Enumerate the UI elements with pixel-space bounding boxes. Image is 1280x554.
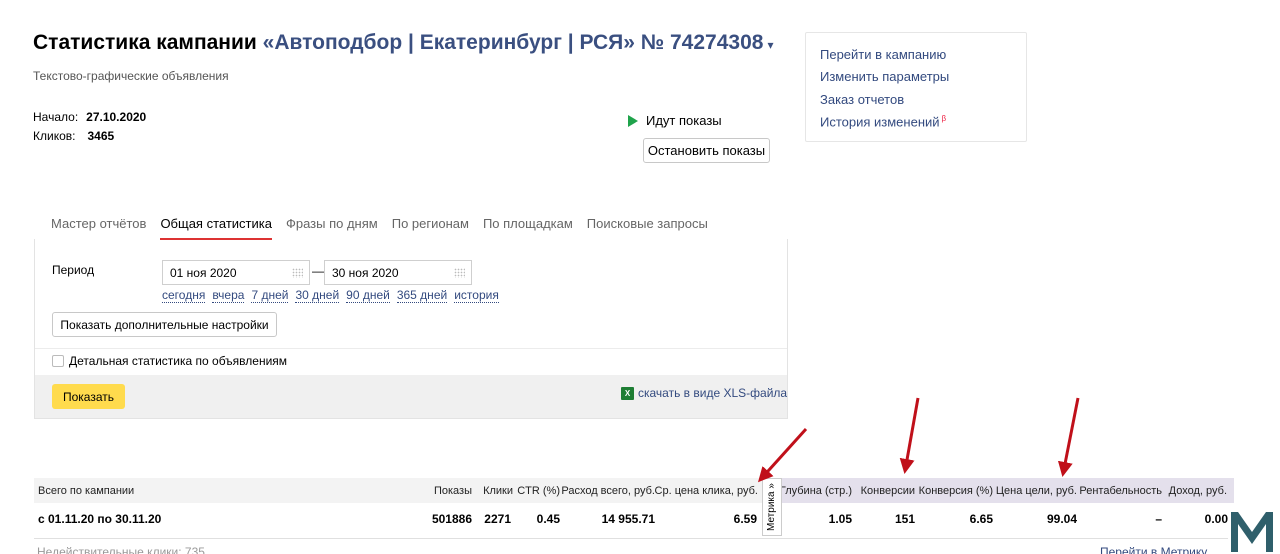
excel-icon: X xyxy=(621,386,634,400)
clicks-row: Кликов: 3465 xyxy=(33,129,114,143)
row-period: с 01.11.20 по 30.11.20 xyxy=(38,512,162,526)
col-depth-header[interactable]: Глубина (стр.) xyxy=(780,485,852,497)
col-conversions-header[interactable]: Конверсии xyxy=(861,485,915,497)
quick-range-links: сегодня вчера 7 дней 30 дней 90 дней 365… xyxy=(162,289,499,303)
detail-stats-label[interactable]: Детальная статистика по объявлениям xyxy=(69,354,287,368)
metrika-tab-label[interactable]: Метрика » xyxy=(766,483,777,531)
m-logo xyxy=(1228,506,1276,554)
start-date-row: Начало: 27.10.2020 xyxy=(33,110,146,124)
annotation-arrow xyxy=(757,427,808,483)
date-to-input[interactable]: 30 ноя 2020 xyxy=(324,260,472,285)
show-button[interactable]: Показать xyxy=(52,384,125,409)
status-text: Идут показы xyxy=(646,113,722,128)
range-365-days[interactable]: 365 дней xyxy=(396,289,448,303)
cell-goal-cost: 99.04 xyxy=(1046,512,1077,526)
range-today[interactable]: сегодня xyxy=(162,289,206,303)
page-title: Статистика кампании «Автоподбор | Екатер… xyxy=(33,31,773,55)
play-icon xyxy=(628,114,638,127)
metrika-toggle-tab[interactable]: Метрика » xyxy=(762,478,782,536)
col-goal-cost-header[interactable]: Цена цели, руб. xyxy=(996,485,1077,497)
cell-cpc: 6.59 xyxy=(733,512,757,526)
xls-download-label[interactable]: скачать в виде XLS-файла xyxy=(638,386,787,400)
col-clicks-header[interactable]: Клики xyxy=(483,485,513,497)
xls-download-link[interactable]: X скачать в виде XLS-файла xyxy=(621,386,787,400)
cell-clicks: 2271 xyxy=(484,512,511,526)
campaign-type: Текстово-графические объявления xyxy=(33,69,229,83)
form-divider xyxy=(35,348,787,349)
cell-spend: 14 955.71 xyxy=(601,512,655,526)
start-date-value: 27.10.2020 xyxy=(86,110,147,124)
cell-impressions: 501886 xyxy=(431,512,472,526)
stop-impressions-button[interactable]: Остановить показы xyxy=(643,138,770,163)
cell-depth: 1.05 xyxy=(828,512,852,526)
detail-stats-checkbox[interactable]: Детальная статистика по объявлениям xyxy=(52,354,287,368)
campaign-dropdown-icon[interactable]: ▾ xyxy=(767,38,773,52)
tab-general-stats[interactable]: Общая статистика xyxy=(160,216,272,240)
stats-table-divider xyxy=(34,538,1234,539)
clicks-label: Кликов: xyxy=(33,129,76,143)
checkbox-box[interactable] xyxy=(52,355,64,367)
annotation-arrow xyxy=(899,397,920,474)
annotation-arrow xyxy=(1057,397,1080,477)
col-campaign-header: Всего по кампании xyxy=(38,485,135,497)
edit-params-link[interactable]: Изменить параметры xyxy=(820,69,949,84)
campaign-name-link[interactable]: «Автоподбор | Екатеринбург | РСЯ» № 7427… xyxy=(263,31,764,54)
date-to-value: 30 ноя 2020 xyxy=(332,265,399,280)
change-history-link[interactable]: История изменений xyxy=(820,114,940,129)
range-30-days[interactable]: 30 дней xyxy=(295,289,340,303)
campaign-status: Идут показы xyxy=(628,113,722,128)
cell-profitability: – xyxy=(1155,512,1162,526)
tab-report-wizard[interactable]: Мастер отчётов xyxy=(51,216,146,240)
cell-ctr: 0.45 xyxy=(536,512,560,526)
col-cpc-header[interactable]: Ср. цена клика, руб. xyxy=(655,485,758,497)
tab-by-region[interactable]: По регионам xyxy=(392,216,469,240)
go-to-metrika-link[interactable]: Перейти в Метрику xyxy=(1100,545,1207,554)
stats-tabs: Мастер отчётов Общая статистика Фразы по… xyxy=(51,216,708,240)
cell-conv-rate: 6.65 xyxy=(969,512,993,526)
calendar-icon[interactable] xyxy=(454,268,465,278)
beta-badge: β xyxy=(941,114,947,123)
start-date-label: Начало: xyxy=(33,110,79,124)
order-reports-link[interactable]: Заказ отчетов xyxy=(820,92,904,107)
tab-phrases-by-day[interactable]: Фразы по дням xyxy=(286,216,378,240)
campaign-actions-panel: Перейти в кампанию Изменить параметры За… xyxy=(805,32,1027,142)
invalid-clicks-info: Недействительные клики: 735 xyxy=(37,545,205,554)
cell-income: 0.00 xyxy=(1204,512,1228,526)
col-ctr-header[interactable]: CTR (%) xyxy=(517,485,560,497)
tab-search-queries[interactable]: Поисковые запросы xyxy=(587,216,708,240)
clicks-value: 3465 xyxy=(87,129,115,143)
page-title-prefix: Статистика кампании xyxy=(33,31,257,54)
range-90-days[interactable]: 90 дней xyxy=(346,289,390,303)
range-history[interactable]: история xyxy=(454,289,499,303)
change-history-item[interactable]: История изменений β xyxy=(820,114,946,129)
advanced-settings-button[interactable]: Показать дополнительные настройки xyxy=(52,312,277,337)
go-to-campaign-link[interactable]: Перейти в кампанию xyxy=(820,47,946,62)
col-income-header[interactable]: Доход, руб. xyxy=(1169,485,1227,497)
date-from-input[interactable]: 01 ноя 2020 xyxy=(162,260,310,285)
col-spend-header[interactable]: Расход всего, руб. xyxy=(561,485,655,497)
range-7-days[interactable]: 7 дней xyxy=(251,289,289,303)
cell-conversions: 151 xyxy=(894,512,915,526)
period-label: Период xyxy=(52,263,95,277)
range-yesterday[interactable]: вчера xyxy=(212,289,245,303)
date-from-value: 01 ноя 2020 xyxy=(170,265,237,280)
col-profitability-header[interactable]: Рентабельность xyxy=(1079,485,1162,497)
date-range-dash: — xyxy=(312,264,324,278)
col-impressions-header[interactable]: Показы xyxy=(434,485,472,497)
col-conv-rate-header[interactable]: Конверсия (%) xyxy=(919,485,993,497)
tab-by-placement[interactable]: По площадкам xyxy=(483,216,573,240)
calendar-icon[interactable] xyxy=(292,268,303,278)
